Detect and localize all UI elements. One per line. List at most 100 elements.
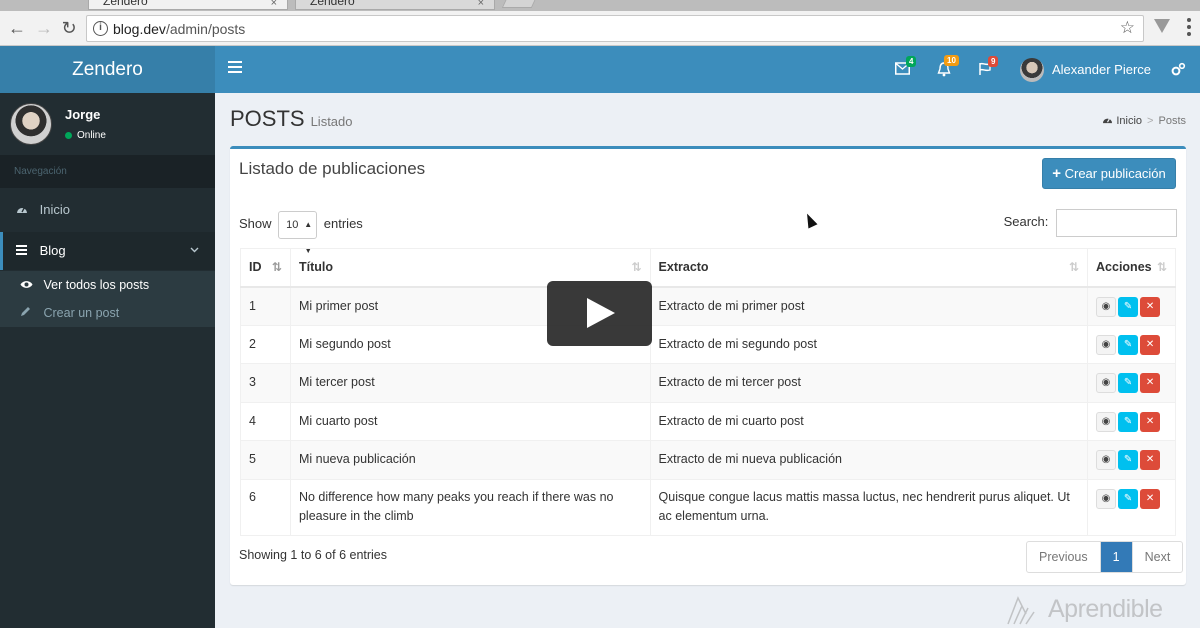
eye-icon: ◉ — [1101, 300, 1111, 312]
sidebar-subitem-label: Ver todos los posts — [43, 278, 150, 292]
close-icon: ✕ — [1145, 492, 1155, 504]
cell-excerpt: Extracto de mi nueva publicación — [649, 440, 1089, 480]
pagination: Previous 1 Next — [1026, 541, 1184, 573]
create-post-button[interactable]: + Crear publicación — [1042, 158, 1176, 189]
tab-close-icon[interactable]: × — [271, 0, 277, 11]
info-icon[interactable]: i — [93, 21, 108, 36]
browser-tab-inactive[interactable]: Zendero × — [295, 0, 495, 10]
box-title: Listado de publicaciones — [239, 159, 426, 178]
bookmark-star-icon[interactable]: ☆ — [1120, 18, 1135, 38]
sidebar-subitem-crear[interactable]: Crear un post — [0, 299, 215, 327]
header-user-name: Alexander Pierce — [1052, 62, 1151, 77]
sidebar-item-blog[interactable]: Blog — [0, 232, 215, 270]
column-label: Acciones — [1096, 260, 1152, 274]
sidebar-item-inicio[interactable]: Inicio — [0, 191, 215, 229]
show-label: Show — [239, 216, 272, 231]
view-button[interactable]: ◉ — [1096, 450, 1117, 470]
extension-icon[interactable] — [1154, 19, 1170, 33]
chevron-down-icon[interactable] — [190, 232, 199, 270]
edit-button[interactable]: ✎ — [1118, 488, 1139, 509]
cell-title: Mi cuarto post — [289, 401, 651, 441]
main-header: Zendero 4 10 9 Alexander Pierce — [0, 46, 1200, 93]
edit-button[interactable]: ✎ — [1118, 334, 1139, 355]
column-header-actions[interactable]: Acciones ⇅ — [1087, 248, 1176, 288]
pencil-icon: ✎ — [1123, 454, 1133, 465]
url-input[interactable]: i blog.dev/admin/posts ☆ — [86, 15, 1144, 42]
cell-actions: ◉ ✎ ✕ — [1087, 478, 1176, 536]
page-button-current[interactable]: 1 — [1100, 542, 1133, 572]
video-play-button[interactable] — [547, 281, 652, 346]
next-button[interactable]: Next — [1133, 542, 1183, 572]
pencil-icon: ✎ — [1123, 338, 1133, 350]
view-button[interactable]: ◉ — [1096, 334, 1117, 355]
breadcrumb-home-link[interactable]: Inicio — [1116, 115, 1142, 127]
delete-button[interactable]: ✕ — [1140, 450, 1161, 470]
sidebar-toggle-icon[interactable] — [228, 61, 242, 73]
edit-button[interactable]: ✎ — [1118, 373, 1139, 393]
breadcrumb-current: Posts — [1158, 115, 1186, 127]
delete-button[interactable]: ✕ — [1140, 411, 1161, 432]
column-header-excerpt[interactable]: Extracto ⇅ — [649, 248, 1089, 288]
page-length-select[interactable]: 10 ▲ ▼ — [278, 210, 318, 255]
edit-button[interactable]: ✎ — [1118, 296, 1139, 317]
watermark: Aprendible — [1006, 592, 1196, 628]
delete-button[interactable]: ✕ — [1140, 296, 1161, 317]
table-row: 5 Mi nueva publicación Extracto de mi nu… — [240, 440, 1176, 480]
view-button[interactable]: ◉ — [1096, 296, 1117, 317]
tab-close-icon[interactable]: × — [478, 0, 484, 11]
logo[interactable]: Zendero — [0, 46, 215, 93]
delete-button[interactable]: ✕ — [1140, 373, 1161, 393]
address-bar: ← → ↻ i blog.dev/admin/posts ☆ — [0, 11, 1200, 46]
cell-id: 4 — [240, 401, 291, 441]
browser-menu-icon[interactable] — [1187, 18, 1191, 36]
play-icon — [587, 298, 615, 328]
search-input[interactable] — [1056, 208, 1177, 237]
notifications-badge: 10 — [944, 55, 959, 66]
edit-button[interactable]: ✎ — [1118, 450, 1139, 470]
breadcrumb-separator: > — [1147, 115, 1154, 127]
page-length-value: 10 — [286, 218, 299, 231]
browser-tab-active[interactable]: Zendero × — [88, 0, 288, 10]
cell-id: 5 — [240, 440, 291, 480]
cell-actions: ◉ ✎ ✕ — [1087, 324, 1176, 364]
cell-id: 1 — [240, 286, 291, 326]
view-button[interactable]: ◉ — [1096, 488, 1117, 509]
sidebar: Jorge Online Navegación Inicio Blog Ver … — [0, 93, 215, 628]
eye-icon: ◉ — [1101, 415, 1111, 427]
cell-actions: ◉ ✎ ✕ — [1087, 286, 1176, 326]
sidebar-subitem-ver-todos[interactable]: Ver todos los posts — [0, 271, 215, 299]
pencil-icon — [20, 300, 40, 328]
reload-icon[interactable]: ↻ — [58, 17, 80, 39]
close-icon: ✕ — [1145, 338, 1155, 350]
gears-icon[interactable] — [1171, 62, 1186, 79]
edit-button[interactable]: ✎ — [1118, 411, 1139, 432]
page-title: POSTS Listado — [230, 106, 353, 132]
cell-actions: ◉ ✎ ✕ — [1087, 401, 1176, 441]
watermark-text: Aprendible — [1048, 595, 1163, 623]
column-label: ID — [249, 260, 262, 274]
page-length-control: Show 10 ▲ ▼ entries — [239, 210, 363, 255]
forward-icon[interactable]: → — [33, 17, 55, 39]
close-icon: ✕ — [1145, 300, 1155, 312]
delete-button[interactable]: ✕ — [1140, 334, 1161, 355]
view-button[interactable]: ◉ — [1096, 373, 1117, 393]
close-icon: ✕ — [1145, 377, 1155, 388]
table-row: 4 Mi cuarto post Extracto de mi cuarto p… — [240, 401, 1176, 441]
cell-excerpt: Extracto de mi cuarto post — [649, 401, 1089, 441]
url-text: blog.dev/admin/posts — [113, 21, 245, 37]
back-icon[interactable]: ← — [6, 17, 28, 39]
avatar — [1020, 58, 1044, 82]
page-title-text: POSTS — [230, 106, 305, 131]
table-row: 6 No difference how many peaks you reach… — [240, 478, 1176, 536]
column-header-id[interactable]: ID ⇅ — [240, 248, 291, 288]
delete-button[interactable]: ✕ — [1140, 488, 1161, 509]
new-tab-button[interactable] — [501, 0, 539, 8]
posts-table: ID ⇅ Título ⇅ Extracto ⇅ Acciones ⇅ 1 Mi pri… — [240, 248, 1176, 536]
table-header-row: ID ⇅ Título ⇅ Extracto ⇅ Acciones ⇅ — [240, 248, 1176, 288]
view-button[interactable]: ◉ — [1096, 411, 1117, 432]
table-row: 3 Mi tercer post Extracto de mi tercer p… — [240, 363, 1176, 403]
column-label: Extracto — [658, 260, 709, 274]
sidebar-item-label: Inicio — [39, 202, 70, 217]
previous-button[interactable]: Previous — [1027, 542, 1101, 572]
breadcrumb: Inicio > Posts — [1102, 115, 1186, 127]
